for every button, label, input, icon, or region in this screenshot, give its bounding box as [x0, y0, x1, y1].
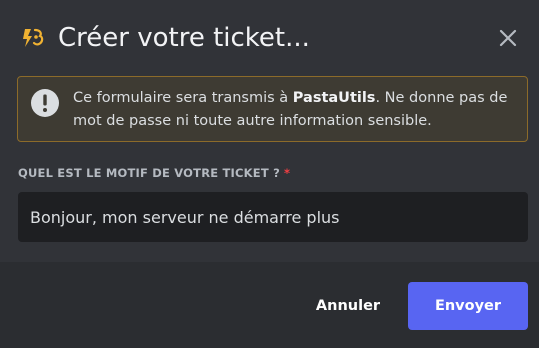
ticket-reason-label: QUEL EST LE MOTIF DE VOTRE TICKET ? * — [18, 166, 290, 180]
close-icon[interactable] — [496, 26, 520, 50]
modal-title: Créer votre ticket... — [58, 23, 310, 53]
ticket-reason-label-text: QUEL EST LE MOTIF DE VOTRE TICKET ? — [18, 166, 280, 180]
ticket-reason-value: Bonjour, mon serveur ne démarre plus — [30, 207, 340, 227]
required-marker: * — [283, 166, 291, 180]
exclamation-circle-icon — [31, 89, 59, 117]
app-logo-icon — [23, 28, 44, 47]
warning-notice: Ce formulaire sera transmis à PastaUtils… — [17, 76, 528, 142]
submit-button[interactable]: Envoyer — [408, 282, 528, 330]
modal-footer: Annuler Envoyer — [0, 262, 539, 348]
ticket-reason-input[interactable]: Bonjour, mon serveur ne démarre plus — [18, 192, 528, 242]
notice-text-before: Ce formulaire sera transmis à — [73, 90, 293, 106]
create-ticket-modal: Créer votre ticket... Ce formulaire sera… — [0, 0, 539, 348]
cancel-button[interactable]: Annuler — [304, 282, 392, 330]
modal-header: Créer votre ticket... — [0, 0, 539, 76]
notice-text: Ce formulaire sera transmis à PastaUtils… — [73, 87, 521, 133]
notice-app-name: PastaUtils — [292, 90, 376, 106]
